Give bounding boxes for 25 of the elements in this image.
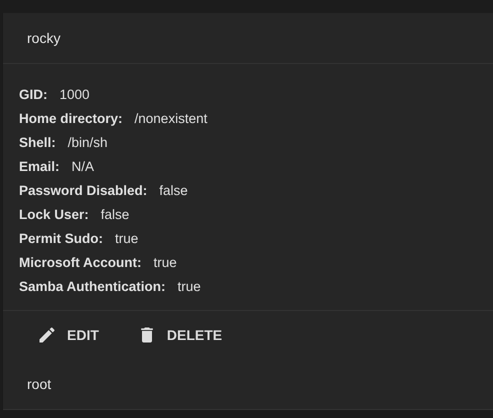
- detail-value: true: [178, 278, 201, 294]
- detail-value: true: [115, 230, 138, 246]
- detail-value: false: [100, 206, 130, 222]
- user-row[interactable]: root: [3, 359, 493, 410]
- detail-value: true: [154, 254, 177, 270]
- detail-label: Shell:: [19, 134, 56, 150]
- detail-label: Password Disabled:: [19, 182, 148, 198]
- detail-label: Samba Authentication:: [19, 278, 166, 294]
- detail-label: Home directory:: [19, 110, 123, 126]
- detail-label: Microsoft Account:: [19, 254, 142, 270]
- detail-label: Email:: [19, 158, 60, 174]
- detail-value: N/A: [72, 158, 94, 174]
- delete-button[interactable]: DELETE: [134, 321, 224, 349]
- detail-value: 1000: [60, 86, 90, 102]
- user-name: rocky: [27, 30, 60, 46]
- user-name: root: [27, 376, 52, 392]
- edit-button[interactable]: EDIT: [35, 321, 101, 349]
- detail-label: GID:: [19, 86, 48, 102]
- detail-value: /bin/sh: [68, 134, 108, 150]
- detail-value: /nonexistent: [134, 110, 208, 126]
- detail-value: false: [159, 182, 188, 198]
- pencil-icon: [37, 325, 57, 345]
- user-row[interactable]: rocky: [3, 13, 493, 64]
- detail-label: Permit Sudo:: [19, 230, 104, 246]
- detail-label: Lock User:: [19, 206, 89, 222]
